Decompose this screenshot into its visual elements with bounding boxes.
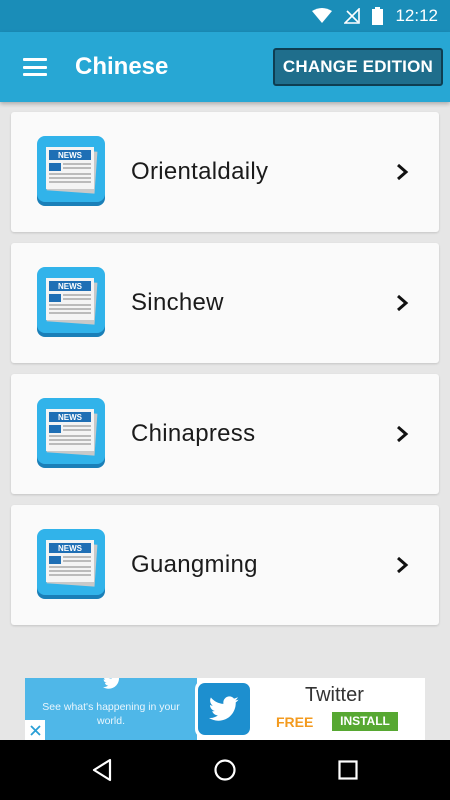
page-title: Chinese [75,53,169,80]
close-icon [29,724,41,736]
twitter-app-icon [195,680,253,738]
back-button[interactable] [72,740,132,800]
ad-tagline: See what's happening in your world. [42,701,180,727]
svg-text:NEWS: NEWS [58,413,83,422]
list-item-chinapress[interactable]: NEWS Chinapress [11,374,439,494]
svg-text:NEWS: NEWS [58,151,83,160]
svg-text:NEWS: NEWS [58,282,83,291]
twitter-bird-icon [102,678,120,689]
list-item-orientaldaily[interactable]: NEWS Orientaldaily [11,112,439,232]
ad-app-name: Twitter [305,684,364,706]
ad-banner[interactable]: See what's happening in your world. Twit… [25,678,425,740]
chevron-right-icon [397,556,409,574]
menu-button[interactable] [0,32,70,102]
app-bar: Chinese CHANGE EDITION [0,32,450,102]
news-icon: NEWS [37,267,105,339]
ad-install-button[interactable]: INSTALL [332,712,398,731]
news-icon: NEWS [37,529,105,601]
ad-price-label: FREE [276,714,314,730]
chevron-right-icon [397,163,409,181]
no-signal-icon [344,8,361,24]
change-edition-button[interactable]: CHANGE EDITION [272,48,443,86]
ad-promo-panel: See what's happening in your world. [25,678,197,740]
clock: 12:12 [395,6,438,25]
news-icon: NEWS [37,398,105,470]
wifi-icon [312,8,333,24]
chevron-right-icon [397,294,409,312]
newspaper-list: NEWS Orientaldaily NEWS Sinchew NEWS Chi… [11,112,439,636]
recents-icon [338,760,358,780]
chevron-right-icon [397,425,409,443]
list-item-guangming[interactable]: NEWS Guangming [11,505,439,625]
recents-button[interactable] [318,740,378,800]
list-item-label: Guangming [131,551,258,578]
list-item-label: Chinapress [131,420,256,447]
ad-close-button[interactable] [25,720,45,740]
news-icon: NEWS [37,136,105,208]
list-item-label: Orientaldaily [131,158,269,185]
status-bar: 12:12 [0,0,450,32]
list-item-sinchew[interactable]: NEWS Sinchew [11,243,439,363]
battery-icon [372,7,384,25]
home-button[interactable] [195,740,255,800]
home-icon [214,759,236,781]
svg-text:NEWS: NEWS [58,544,83,553]
system-nav-bar [0,740,450,800]
hamburger-menu-icon [23,58,47,76]
list-item-label: Sinchew [131,289,224,316]
back-icon [92,758,111,782]
